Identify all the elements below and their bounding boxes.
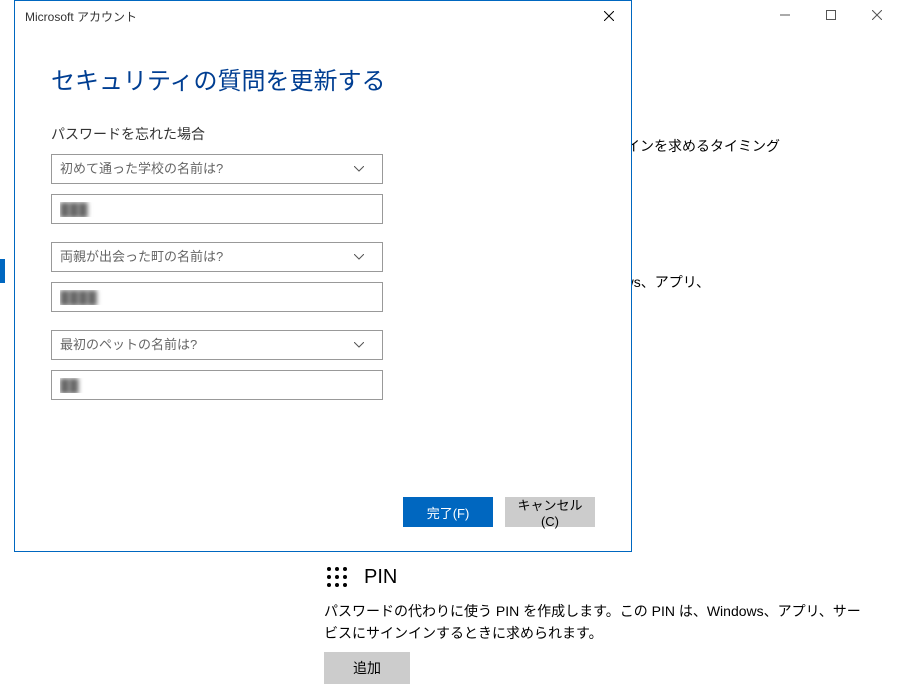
pin-keypad-icon [324, 564, 350, 590]
dialog-titlebar: Microsoft アカウント [15, 1, 631, 31]
question-block-1: 初めて通った学校の名前は? [51, 154, 595, 224]
dialog-body: セキュリティの質問を更新する パスワードを忘れた場合 初めて通った学校の名前は?… [15, 31, 631, 400]
dialog-subheading: パスワードを忘れた場合 [51, 124, 595, 144]
question-block-2: 両親が出会った町の名前は? [51, 242, 595, 312]
answer-2-input[interactable] [51, 282, 383, 312]
question-1-label: 初めて通った学校の名前は? [52, 155, 354, 183]
pin-section: PIN パスワードの代わりに使う PIN を作成します。この PIN は、Win… [324, 564, 864, 684]
chevron-down-icon [354, 254, 382, 260]
question-2-label: 両親が出会った町の名前は? [52, 243, 354, 271]
sidebar-active-indicator [0, 259, 5, 283]
pin-description: パスワードの代わりに使う PIN を作成します。この PIN は、Windows… [324, 600, 864, 644]
window-close-button[interactable] [854, 0, 900, 30]
finish-button[interactable]: 完了(F) [403, 497, 493, 527]
question-3-select[interactable]: 最初のペットの名前は? [51, 330, 383, 360]
window-minimize-button[interactable] [762, 0, 808, 30]
window-title-buttons [762, 0, 900, 30]
pin-header: PIN [324, 564, 864, 590]
dialog-close-button[interactable] [586, 1, 631, 31]
question-3-label: 最初のペットの名前は? [52, 331, 354, 359]
cancel-button[interactable]: キャンセル(C) [505, 497, 595, 527]
answer-1-input[interactable] [51, 194, 383, 224]
window-maximize-button[interactable] [808, 0, 854, 30]
chevron-down-icon [354, 342, 382, 348]
chevron-down-icon [354, 166, 382, 172]
question-block-3: 最初のペットの名前は? [51, 330, 595, 400]
dialog-title: Microsoft アカウント [25, 8, 137, 25]
question-1-select[interactable]: 初めて通った学校の名前は? [51, 154, 383, 184]
pin-title: PIN [364, 566, 397, 589]
pin-add-button[interactable]: 追加 [324, 652, 410, 684]
answer-3-input[interactable] [51, 370, 383, 400]
dialog-heading: セキュリティの質問を更新する [51, 61, 595, 96]
security-questions-dialog: Microsoft アカウント セキュリティの質問を更新する パスワードを忘れた… [14, 0, 632, 552]
dialog-button-row: 完了(F) キャンセル(C) [403, 497, 595, 527]
question-2-select[interactable]: 両親が出会った町の名前は? [51, 242, 383, 272]
